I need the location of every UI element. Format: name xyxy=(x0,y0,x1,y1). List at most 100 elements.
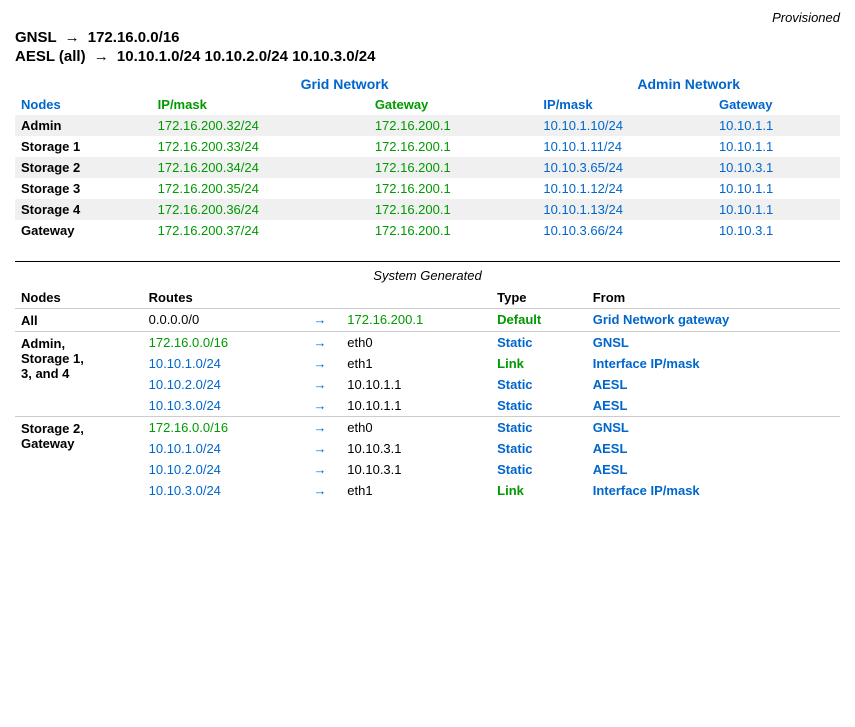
gnsl-value: 172.16.0.0/16 xyxy=(88,29,180,46)
routes-table-row: All0.0.0.0/0→172.16.200.1DefaultGrid Net… xyxy=(15,309,840,332)
network-table-row: Storage 4 172.16.200.36/24 172.16.200.1 … xyxy=(15,199,840,220)
route-group-node: Storage 2,Gateway xyxy=(15,417,143,502)
route-from: GNSL xyxy=(587,417,840,439)
route-network: 10.10.1.0/24 xyxy=(143,353,299,374)
admin-gw: 10.10.1.1 xyxy=(713,115,840,136)
grid-ip: 172.16.200.33/24 xyxy=(152,136,369,157)
aesl-line: AESL (all) → 10.10.1.0/24 10.10.2.0/24 1… xyxy=(15,48,840,65)
route-from: Interface IP/mask xyxy=(587,480,840,501)
aesl-values: 10.10.1.0/24 10.10.2.0/24 10.10.3.0/24 xyxy=(117,48,376,65)
route-type: Static xyxy=(491,438,587,459)
admin-gw: 10.10.1.1 xyxy=(713,136,840,157)
admin-gw: 10.10.1.1 xyxy=(713,199,840,220)
route-from: GNSL xyxy=(587,332,840,354)
network-table-row: Storage 2 172.16.200.34/24 172.16.200.1 … xyxy=(15,157,840,178)
route-dest: 10.10.1.1 xyxy=(341,374,491,395)
grid-ip: 172.16.200.34/24 xyxy=(152,157,369,178)
route-arrow: → xyxy=(299,438,342,459)
route-dest: eth0 xyxy=(341,332,491,354)
col-admin-ip: IP/mask xyxy=(537,94,713,115)
route-arrow: → xyxy=(299,459,342,480)
route-dest: eth1 xyxy=(341,480,491,501)
route-group-node: Admin,Storage 1,3, and 4 xyxy=(15,332,143,417)
route-network: 172.16.0.0/16 xyxy=(143,417,299,439)
route-network: 10.10.1.0/24 xyxy=(143,438,299,459)
grid-gw: 172.16.200.1 xyxy=(369,178,538,199)
node-name: Storage 3 xyxy=(15,178,152,199)
route-type: Static xyxy=(491,395,587,417)
admin-ip: 10.10.1.12/24 xyxy=(537,178,713,199)
nodes-col-header xyxy=(15,73,152,94)
routes-table-row: Admin,Storage 1,3, and 4172.16.0.0/16→et… xyxy=(15,332,840,354)
node-name: Gateway xyxy=(15,220,152,241)
route-from: AESL xyxy=(587,374,840,395)
route-group-node: All xyxy=(15,309,143,332)
routes-col-type: Type xyxy=(491,287,587,309)
network-table-row: Storage 1 172.16.200.33/24 172.16.200.1 … xyxy=(15,136,840,157)
col-nodes: Nodes xyxy=(15,94,152,115)
network-table-row: Admin 172.16.200.32/24 172.16.200.1 10.1… xyxy=(15,115,840,136)
admin-network-header: Admin Network xyxy=(537,73,840,94)
admin-ip: 10.10.1.13/24 xyxy=(537,199,713,220)
admin-gw: 10.10.3.1 xyxy=(713,220,840,241)
gnsl-label: GNSL xyxy=(15,29,56,46)
route-arrow: → xyxy=(299,417,342,439)
node-name: Storage 4 xyxy=(15,199,152,220)
route-type: Link xyxy=(491,480,587,501)
route-dest: 10.10.3.1 xyxy=(341,438,491,459)
aesl-label: AESL (all) xyxy=(15,48,86,65)
gnsl-line: GNSL → 172.16.0.0/16 xyxy=(15,29,840,46)
grid-gw: 172.16.200.1 xyxy=(369,115,538,136)
grid-gw: 172.16.200.1 xyxy=(369,220,538,241)
route-arrow: → xyxy=(299,353,342,374)
route-network: 10.10.2.0/24 xyxy=(143,459,299,480)
route-arrow: → xyxy=(299,480,342,501)
admin-gw: 10.10.1.1 xyxy=(713,178,840,199)
route-arrow: → xyxy=(299,309,342,332)
network-table: Grid Network Admin Network Nodes IP/mask… xyxy=(15,73,840,241)
network-table-row: Storage 3 172.16.200.35/24 172.16.200.1 … xyxy=(15,178,840,199)
route-dest: eth1 xyxy=(341,353,491,374)
grid-network-header: Grid Network xyxy=(152,73,538,94)
route-type: Default xyxy=(491,309,587,332)
route-dest: eth0 xyxy=(341,417,491,439)
route-arrow: → xyxy=(299,395,342,417)
route-network: 0.0.0.0/0 xyxy=(143,309,299,332)
admin-ip: 10.10.3.66/24 xyxy=(537,220,713,241)
grid-gw: 172.16.200.1 xyxy=(369,157,538,178)
route-from: Grid Network gateway xyxy=(587,309,840,332)
routes-table-row: Storage 2,Gateway172.16.0.0/16→eth0Stati… xyxy=(15,417,840,439)
route-type: Static xyxy=(491,459,587,480)
route-network: 10.10.3.0/24 xyxy=(143,480,299,501)
admin-gw: 10.10.3.1 xyxy=(713,157,840,178)
routes-col-from: From xyxy=(587,287,840,309)
col-grid-ip: IP/mask xyxy=(152,94,369,115)
route-arrow: → xyxy=(299,374,342,395)
aesl-arrow: → xyxy=(94,48,109,65)
route-dest: 10.10.1.1 xyxy=(341,395,491,417)
node-name: Storage 1 xyxy=(15,136,152,157)
route-dest: 172.16.200.1 xyxy=(341,309,491,332)
admin-ip: 10.10.1.10/24 xyxy=(537,115,713,136)
gnsl-arrow: → xyxy=(65,29,80,46)
route-type: Static xyxy=(491,332,587,354)
route-arrow: → xyxy=(299,332,342,354)
grid-ip: 172.16.200.37/24 xyxy=(152,220,369,241)
route-network: 172.16.0.0/16 xyxy=(143,332,299,354)
route-network: 10.10.2.0/24 xyxy=(143,374,299,395)
route-from: Interface IP/mask xyxy=(587,353,840,374)
route-type: Link xyxy=(491,353,587,374)
route-from: AESL xyxy=(587,395,840,417)
col-admin-gw: Gateway xyxy=(713,94,840,115)
network-table-row: Gateway 172.16.200.37/24 172.16.200.1 10… xyxy=(15,220,840,241)
system-generated-label: System Generated xyxy=(15,261,840,283)
route-from: AESL xyxy=(587,438,840,459)
route-type: Static xyxy=(491,417,587,439)
node-name: Storage 2 xyxy=(15,157,152,178)
admin-ip: 10.10.1.11/24 xyxy=(537,136,713,157)
admin-ip: 10.10.3.65/24 xyxy=(537,157,713,178)
route-network: 10.10.3.0/24 xyxy=(143,395,299,417)
col-grid-gw: Gateway xyxy=(369,94,538,115)
routes-col-routes: Routes xyxy=(143,287,492,309)
grid-gw: 172.16.200.1 xyxy=(369,136,538,157)
